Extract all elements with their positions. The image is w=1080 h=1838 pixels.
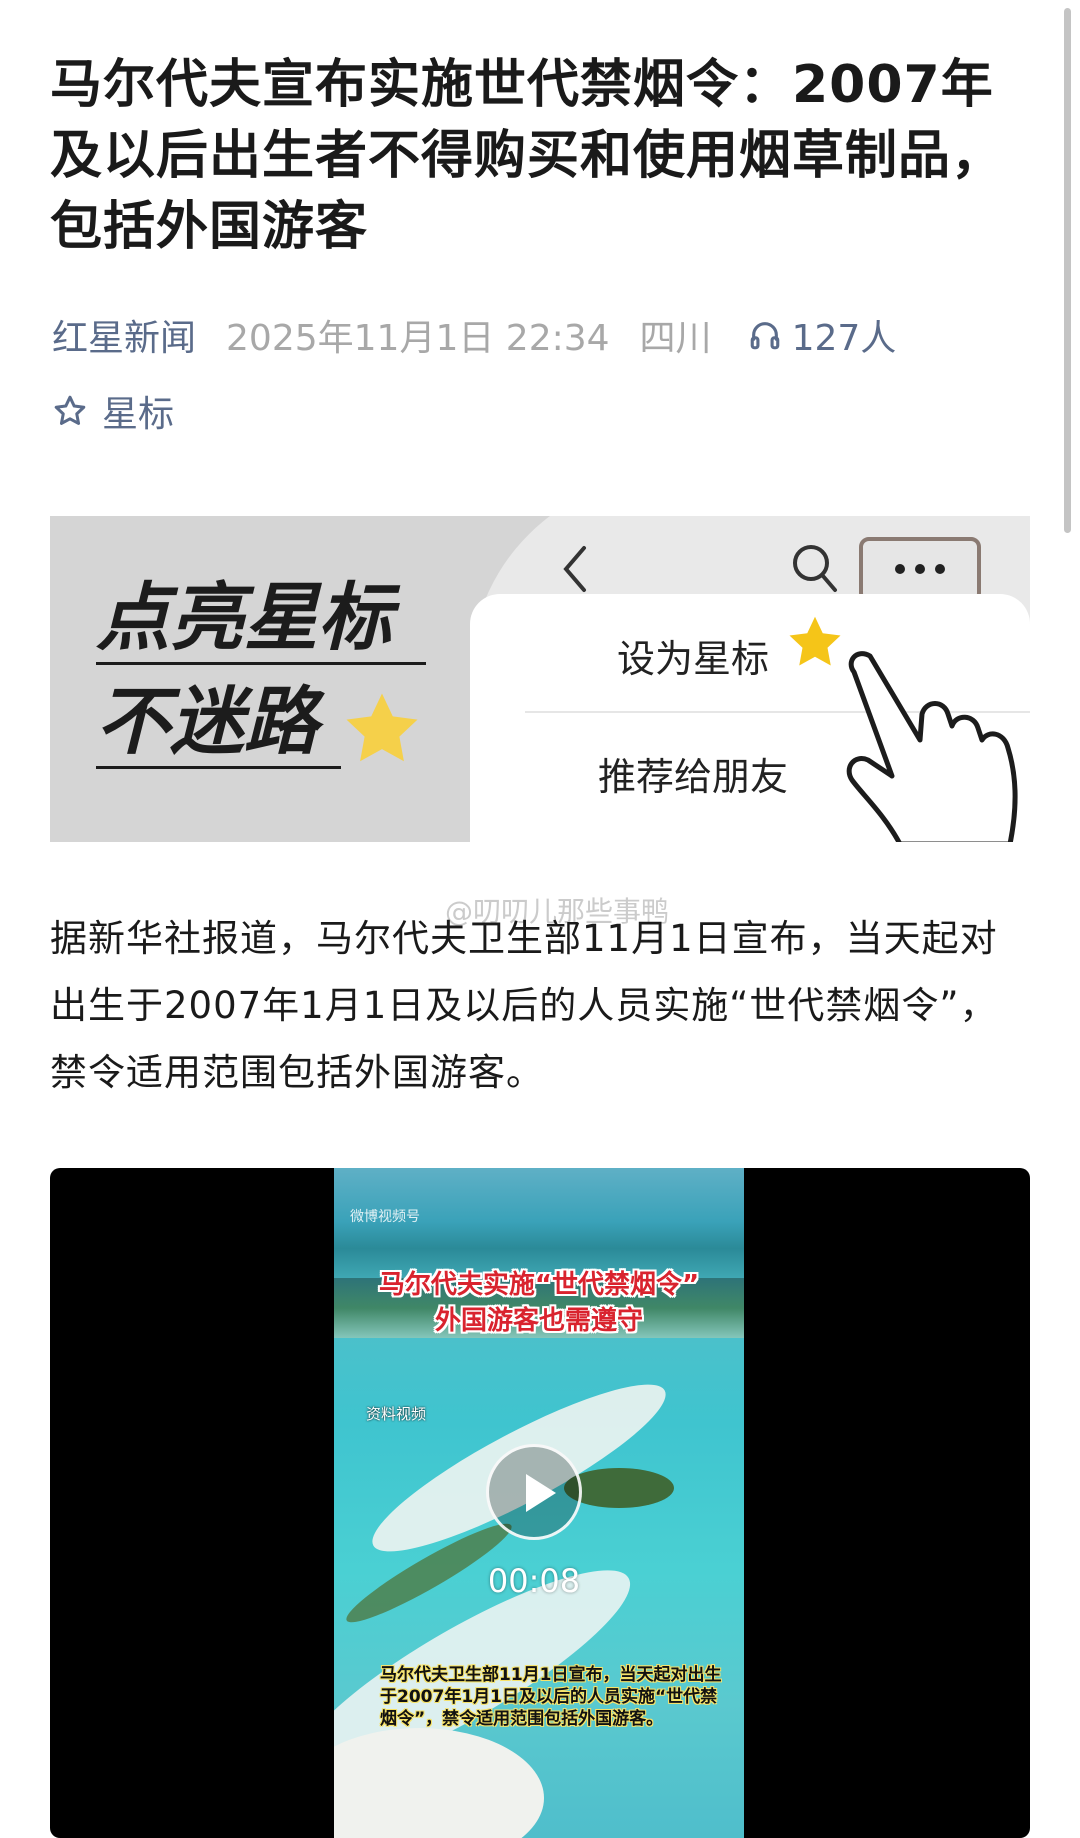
publish-date: 2025年11月1日 22:34	[226, 318, 610, 359]
video-logo: 微博视频号	[350, 1209, 420, 1225]
video-caption: 马尔代夫卫生部11月1日宣布，当天起对出生于2007年1月1日及以后的人员实施“…	[380, 1665, 722, 1729]
video-duration: 00:08	[487, 1562, 581, 1600]
publish-location: 四川	[639, 318, 712, 359]
star-outline-icon	[54, 395, 86, 425]
source-link[interactable]: 红星新闻	[52, 309, 196, 361]
page-scrollbar[interactable]	[1064, 8, 1071, 533]
banner-headline-1: 点亮星标	[96, 575, 392, 661]
star-filled-icon	[789, 616, 841, 666]
headphones-icon	[750, 322, 779, 350]
back-chevron-icon	[563, 546, 586, 592]
headline-underline-1	[96, 662, 426, 665]
banner-headline-2: 不迷路	[96, 679, 318, 765]
video-title-line-1: 马尔代夫实施“世代禁烟令”	[378, 1270, 700, 1300]
video-player[interactable]: 微博视频号 马尔代夫实施“世代禁烟令” 外国游客也需遵守 资料视频 00:08 …	[50, 1168, 1030, 1838]
video-sand-bottom	[334, 1728, 544, 1838]
listen-count: 127人	[791, 318, 897, 359]
listen-button[interactable]: 127人	[748, 309, 897, 361]
menu-item-recommend: 推荐给朋友	[598, 755, 789, 799]
video-title-line-2: 外国游客也需遵守	[434, 1306, 643, 1336]
article-title: 马尔代夫宣布实施世代禁烟令：2007年及以后出生者不得购买和使用烟草制品，包括外…	[50, 55, 1005, 257]
article-meta: 红星新闻 2025年11月1日 22:34 四川 127人	[52, 310, 896, 360]
pointing-hand-icon	[846, 651, 1018, 842]
star-promo-banner: 点亮星标 不迷路 设为星标 推荐给朋友	[50, 516, 1030, 842]
play-button[interactable]	[486, 1444, 582, 1540]
star-filled-icon	[346, 693, 418, 762]
star-label: 星标	[102, 394, 175, 435]
menu-item-set-star: 设为星标	[617, 637, 770, 681]
video-tag: 资料视频	[366, 1405, 427, 1423]
headline-underline-2	[96, 766, 341, 769]
search-icon	[793, 545, 837, 592]
article-paragraph: 据新华社报道，马尔代夫卫生部11月1日宣布，当天起对出生于2007年1月1日及以…	[50, 917, 998, 1094]
star-button[interactable]: 星标	[52, 386, 174, 436]
